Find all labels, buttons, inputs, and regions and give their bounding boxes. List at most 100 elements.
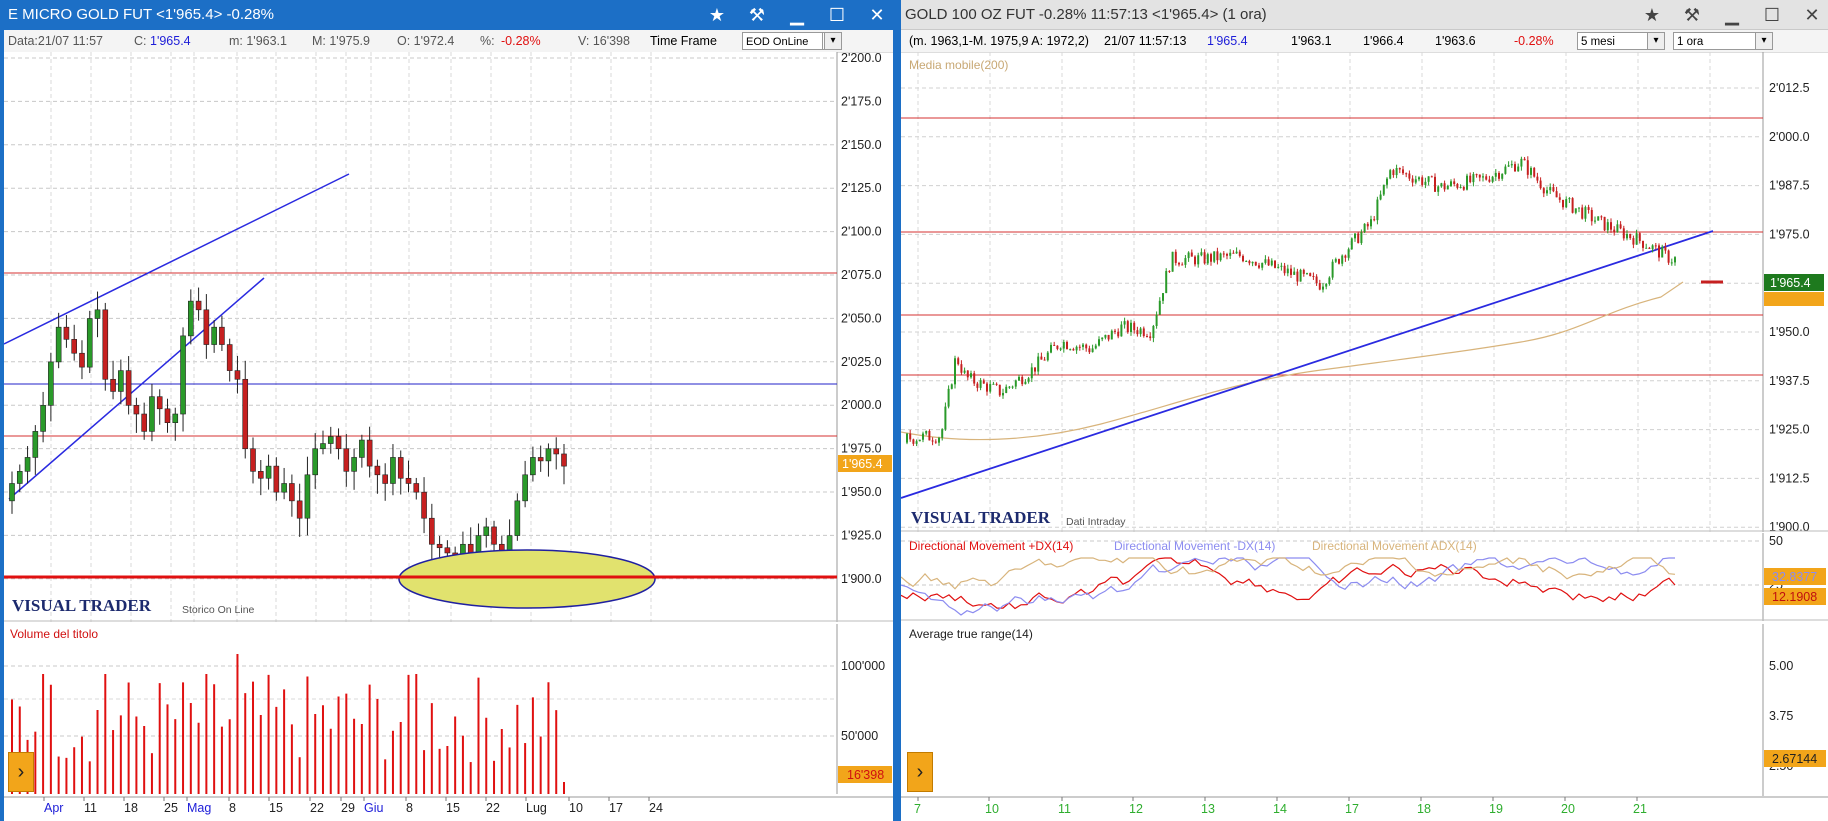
candle-body (1078, 346, 1081, 348)
candle-body (335, 436, 342, 450)
candle-body (1504, 166, 1507, 174)
info-max: M: 1'975.9 (312, 34, 370, 48)
candle-body (553, 448, 560, 455)
candle-body (265, 465, 272, 479)
candle-body (40, 405, 46, 432)
pin-tool-icon[interactable]: ⚒ (747, 0, 767, 30)
candle-body (1530, 167, 1532, 175)
left-window-title: E MICRO GOLD FUT <1'965.4> -0.28% (8, 6, 275, 23)
candle-body (1610, 222, 1612, 230)
current-price-tag-label: 1'965.4 (1770, 276, 1811, 290)
candle-body (934, 441, 937, 443)
price-tag-shadow (1764, 292, 1824, 306)
candle-body (928, 430, 931, 441)
candle-body (966, 370, 969, 378)
candle-body (1514, 164, 1516, 172)
candle-body (986, 383, 988, 392)
candle-body (1366, 223, 1369, 227)
candle-body (1482, 176, 1484, 178)
candle-body (1187, 252, 1190, 259)
candle-body (514, 500, 521, 536)
left-title-bar[interactable]: E MICRO GOLD FUT <1'965.4> -0.28% ★ ⚒ ▁ … (4, 0, 893, 30)
minimize-icon[interactable]: ▁ (1722, 0, 1742, 30)
candle-body (382, 474, 388, 484)
atr-tag-label: 2.67144 (1772, 752, 1817, 766)
candle-body (1194, 256, 1196, 265)
candle-body (992, 383, 995, 385)
candle-body (1450, 181, 1452, 186)
pin-tool-icon[interactable]: ⚒ (1682, 0, 1702, 30)
candle-body (289, 483, 295, 502)
atr-tick-label: 5.00 (1769, 659, 1793, 673)
candle-body (1248, 260, 1251, 264)
favorite-star-icon[interactable]: ★ (707, 0, 727, 30)
candle-body (133, 405, 140, 415)
date-label: Mag (187, 801, 211, 815)
interval-dropdown[interactable]: 1 ora ▾ (1673, 32, 1773, 50)
candle-body (141, 413, 147, 432)
candle-body (1360, 232, 1363, 244)
candle-body (1520, 158, 1523, 167)
price-tick-label: 1'950.0 (1769, 325, 1810, 339)
right-title-bar[interactable]: GOLD 100 OZ FUT -0.28% 11:57:13 <1'965.4… (901, 0, 1828, 30)
candle-body (1110, 330, 1113, 340)
candle-body (1536, 176, 1539, 181)
candle-body (413, 483, 420, 493)
date-label: 18 (1417, 802, 1431, 816)
candle-body (397, 457, 404, 479)
candle-body (1437, 186, 1440, 192)
info-open: O: 1'972.4 (397, 34, 455, 48)
dm-tag-upper-label: 32.8377 (1772, 570, 1817, 584)
candle-body (9, 483, 15, 502)
left-price-chart[interactable]: 2'200.0 2'175.0 2'150.0 2'125.0 2'100.0 2'075… (4, 52, 893, 622)
candle-body (1030, 367, 1033, 379)
date-label: 15 (446, 801, 460, 815)
candle-body (530, 457, 536, 476)
candle-body (973, 373, 976, 384)
average-true-range-chart: Average true range(14)5.003.752.502.6714… (909, 624, 1826, 796)
favorite-star-icon[interactable]: ★ (1642, 0, 1662, 30)
date-label: 17 (609, 801, 623, 815)
candle-body (1146, 336, 1148, 338)
minimize-icon[interactable]: ▁ (787, 0, 807, 30)
candle-body (343, 448, 350, 472)
candle-body (1296, 271, 1299, 282)
price-tick-label: 2'150.0 (841, 138, 882, 152)
maximize-icon[interactable]: ☐ (1762, 0, 1782, 30)
candle-body (1008, 386, 1011, 388)
dm-tag-lower-label: 12.1908 (1772, 590, 1817, 604)
candle-body (1488, 179, 1491, 182)
right-price-chart[interactable]: 2'012.52'000.01'987.51'975.01'962.51'950… (901, 52, 1828, 532)
candle-body (1171, 251, 1174, 272)
right-scroll-arrow-button[interactable]: › (907, 752, 933, 792)
candle-body (1539, 180, 1542, 189)
candle-body (234, 370, 241, 380)
candle-body (1674, 257, 1676, 263)
maximize-icon[interactable]: ☐ (827, 0, 847, 30)
time-frame-dropdown-arrow[interactable]: ▾ (822, 32, 842, 50)
close-icon[interactable]: ✕ (867, 0, 887, 30)
right-window-title: GOLD 100 OZ FUT -0.28% 11:57:13 <1'965.4… (905, 6, 1267, 23)
date-label: Giu (364, 801, 384, 815)
candle-body (995, 383, 998, 385)
candle-body (1341, 255, 1344, 264)
candle-body (1082, 344, 1084, 347)
chevron-down-icon: ▾ (1755, 33, 1772, 49)
candle-body (188, 300, 194, 337)
candle-body (976, 383, 979, 388)
candle-body (918, 439, 921, 442)
candle-body (1123, 321, 1126, 325)
visual-trader-logo: VISUAL TRADER (12, 596, 152, 615)
candle-body (1664, 246, 1667, 251)
left-scroll-arrow-button[interactable]: › (8, 752, 34, 792)
date-label: 22 (486, 801, 500, 815)
info-close-label: C: (134, 34, 147, 48)
candle-body (970, 373, 972, 378)
close-icon[interactable]: ✕ (1802, 0, 1822, 30)
candle-body (1216, 251, 1219, 261)
candle-body (982, 380, 985, 384)
candle-body (1069, 349, 1072, 351)
candle-body (1027, 378, 1030, 382)
period-dropdown[interactable]: 5 mesi ▾ (1577, 32, 1665, 50)
price-tick-label: 2'075.0 (841, 268, 882, 282)
